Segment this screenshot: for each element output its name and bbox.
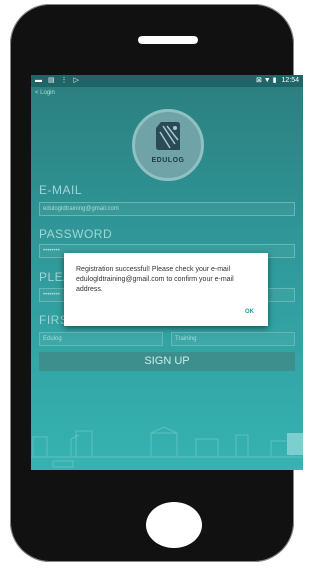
city-skyline-illustration (31, 426, 303, 468)
dialog-ok-button[interactable]: OK (245, 309, 254, 315)
email-label: E-MAIL (39, 183, 83, 197)
home-button[interactable] (146, 502, 202, 548)
logo-text: EDULOG (151, 157, 185, 164)
sign-up-button[interactable]: SIGN UP (39, 352, 295, 371)
dialog-message: Registration successful! Please check yo… (76, 266, 234, 293)
back-to-login-link[interactable]: < Login (35, 90, 55, 96)
notification-icons: ▬ ▤ ⋮ ▷ (35, 77, 81, 84)
clock: 12:54 (281, 77, 299, 84)
password-label: PASSWORD (39, 227, 113, 241)
edulog-logo: EDULOG (132, 109, 204, 181)
last-name-field[interactable]: Training (171, 332, 295, 346)
logo-mark-icon (156, 122, 180, 150)
status-bar: ▬ ▤ ⋮ ▷ ⊠ ▼ ▮ 12:54 (31, 75, 303, 87)
signal-wifi-battery-icon: ⊠ ▼ ▮ (255, 77, 277, 84)
phone-speaker (138, 36, 198, 44)
email-field[interactable]: edulogldtraining@gmail.com (39, 202, 295, 216)
system-icons: ⊠ ▼ ▮ 12:54 (256, 76, 299, 84)
registration-success-dialog: Registration successful! Please check yo… (64, 253, 268, 326)
first-name-field[interactable]: Edulog (39, 332, 163, 346)
